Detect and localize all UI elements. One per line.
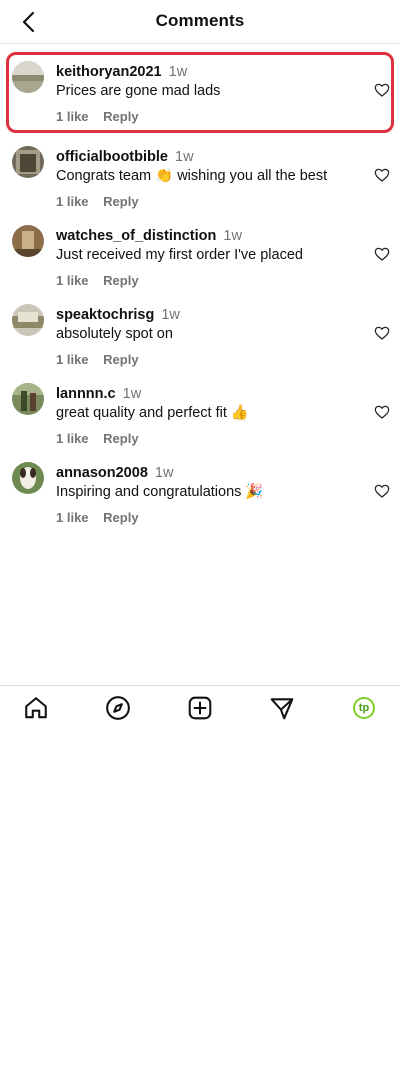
avatar[interactable] [12, 61, 44, 93]
avatar[interactable] [12, 462, 44, 494]
avatar[interactable] [12, 304, 44, 336]
comment-time: 1w [223, 228, 242, 244]
avatar[interactable] [12, 383, 44, 415]
page-title: Comments [155, 11, 245, 30]
like-count[interactable]: 1 like [56, 352, 89, 367]
like-count[interactable]: 1 like [56, 194, 89, 209]
comment-username[interactable]: watches_of_distinction [56, 228, 216, 244]
comment-text: great quality and perfect fit 👍 [56, 405, 249, 421]
like-count[interactable]: 1 like [56, 431, 89, 446]
reply-button[interactable]: Reply [103, 273, 138, 288]
heart-icon[interactable] [374, 82, 390, 98]
tab-create[interactable] [186, 694, 214, 722]
comment-username[interactable]: annason2008 [56, 465, 148, 481]
comment-item-highlighted: keithoryan2021 1w Prices are gone mad la… [6, 52, 394, 133]
comment-text: Prices are gone mad lads [56, 83, 221, 99]
header: Comments [0, 0, 400, 44]
avatar[interactable] [12, 146, 44, 178]
profile-avatar: tp [353, 697, 375, 719]
heart-icon[interactable] [374, 167, 390, 183]
home-icon [25, 697, 47, 719]
comment-item: annason2008 1w Inspiring and congratulat… [0, 453, 400, 532]
reply-button[interactable]: Reply [103, 109, 138, 124]
heart-icon[interactable] [374, 325, 390, 341]
comment-item: speaktochrisg 1w absolutely spot on 1 li… [0, 295, 400, 374]
profile-initials: tp [358, 702, 370, 714]
heart-icon[interactable] [374, 404, 390, 420]
comment-item: officialbootbible 1w Congrats team 👏 wis… [0, 137, 400, 216]
explore-compass-icon [106, 696, 130, 720]
reply-button[interactable]: Reply [103, 194, 138, 209]
comment-time: 1w [161, 307, 180, 323]
tab-profile[interactable]: tp [350, 694, 378, 722]
heart-icon[interactable] [374, 483, 390, 499]
comment-username[interactable]: lannnn.c [56, 386, 116, 402]
create-plus-icon [188, 696, 212, 720]
comment-time: 1w [175, 149, 194, 165]
heart-icon[interactable] [374, 246, 390, 262]
like-count[interactable]: 1 like [56, 109, 89, 124]
comment-username[interactable]: officialbootbible [56, 149, 168, 165]
comment-text: absolutely spot on [56, 326, 173, 342]
reply-button[interactable]: Reply [103, 352, 138, 367]
direct-send-icon [270, 698, 294, 720]
comment-item: lannnn.c 1w great quality and perfect fi… [0, 374, 400, 453]
like-count[interactable]: 1 like [56, 510, 89, 525]
tab-home[interactable] [22, 694, 50, 722]
bottom-tab-bar: tp [0, 685, 400, 731]
like-count[interactable]: 1 like [56, 273, 89, 288]
comment-text: Congrats team 👏 wishing you all the best [56, 168, 328, 184]
tab-direct[interactable] [268, 694, 296, 722]
comment-username[interactable]: keithoryan2021 [56, 64, 162, 80]
comment-text: Inspiring and congratulations 🎉 [56, 484, 264, 500]
avatar[interactable] [12, 225, 44, 257]
reply-button[interactable]: Reply [103, 510, 138, 525]
reply-button[interactable]: Reply [103, 431, 138, 446]
comment-text: Just received my first order I've placed [56, 247, 303, 263]
tab-explore[interactable] [104, 694, 132, 722]
comment-time: 1w [168, 64, 188, 80]
comment-item: watches_of_distinction 1w Just received … [0, 216, 400, 295]
comments-list: keithoryan2021 1w Prices are gone mad la… [0, 52, 400, 532]
comment-username[interactable]: speaktochrisg [56, 307, 154, 323]
comment-time: 1w [122, 386, 142, 402]
comment-time: 1w [154, 465, 174, 481]
